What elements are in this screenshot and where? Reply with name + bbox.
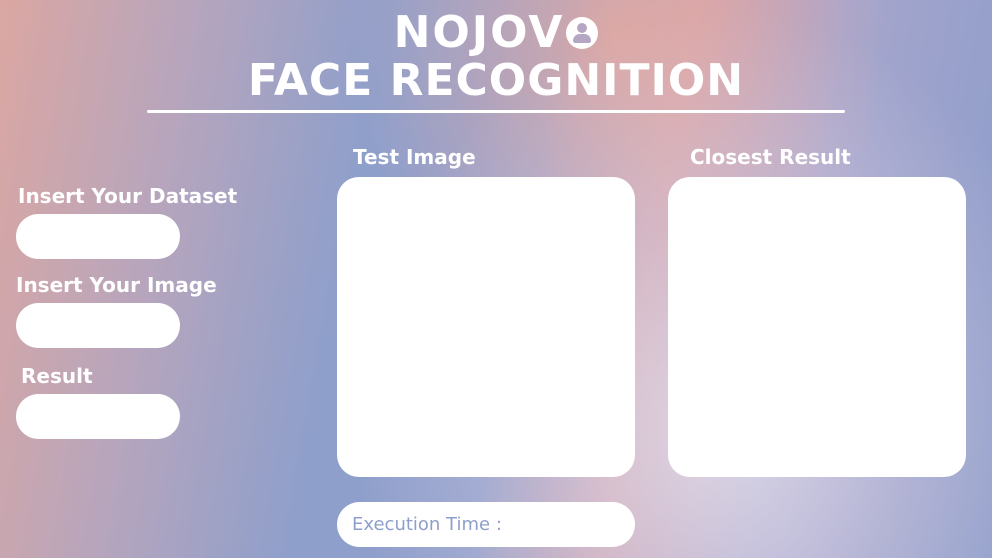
dataset-label: Insert Your Dataset — [18, 184, 238, 208]
execution-time-field: Execution Time : — [337, 502, 635, 547]
test-image-title: Test Image — [353, 145, 476, 169]
user-icon — [566, 17, 599, 49]
brand-logo: NOJOV — [0, 8, 992, 58]
dataset-field[interactable] — [16, 214, 180, 259]
result-field — [16, 394, 180, 439]
header-divider — [147, 110, 845, 113]
page-title: FACE RECOGNITION — [247, 55, 745, 106]
execution-time-label: Execution Time : — [352, 514, 502, 535]
closest-result-panel — [668, 177, 966, 477]
brand-name: NOJOV — [393, 7, 565, 58]
closest-result-title: Closest Result — [690, 145, 851, 169]
image-label: Insert Your Image — [16, 273, 217, 297]
app-window: NOJOV FACE RECOGNITION Insert Your Datas… — [0, 0, 992, 558]
result-label: Result — [21, 364, 93, 388]
test-image-panel — [337, 177, 635, 477]
image-field[interactable] — [16, 303, 180, 348]
